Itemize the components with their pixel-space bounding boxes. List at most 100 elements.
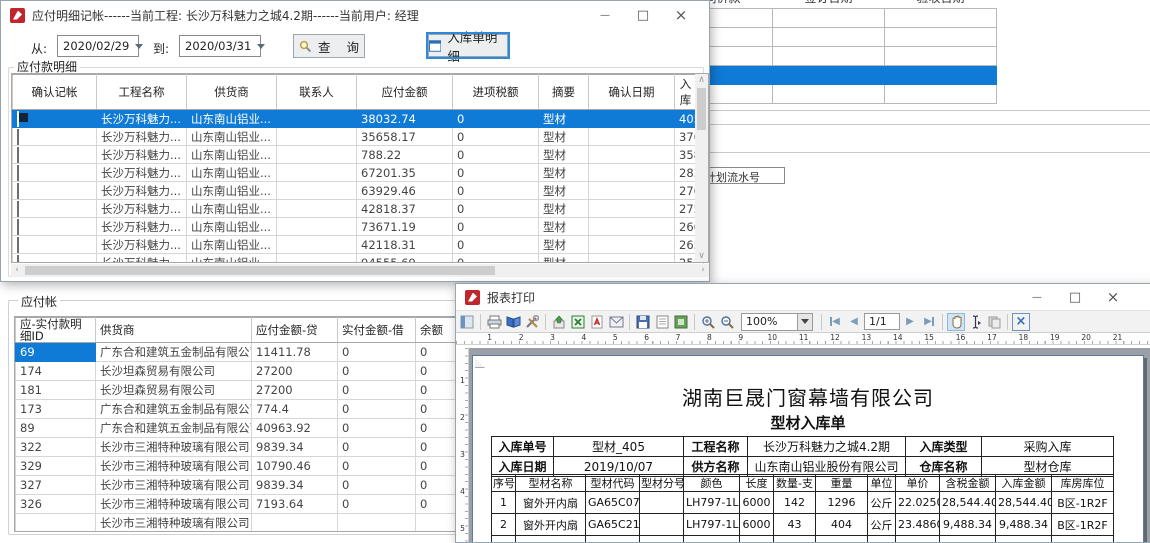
payables-row[interactable]: 89 广东合和建筑五金制品有限公司 40963.92 0 0	[16, 419, 506, 438]
cell-confirm[interactable]	[13, 128, 97, 146]
detail-row[interactable]: 长沙万科魅力... 山东南山铝业... 67201.35 0 型材 283	[13, 164, 697, 182]
cell-tax[interactable]: 0	[453, 182, 539, 200]
cell-entry-no[interactable]: 275	[675, 200, 697, 218]
detail-row[interactable]: 长沙万科魅力... 山东南山铝业... 788.22 0 型材 358	[13, 146, 697, 164]
to-date-picker[interactable]: 2020/03/31	[179, 35, 261, 57]
cell-debit[interactable]: 0	[338, 381, 416, 400]
cell-contact[interactable]	[277, 200, 357, 218]
cell-summary[interactable]: 型材	[539, 236, 589, 254]
cell-supplier[interactable]: 山东南山铝业...	[187, 164, 277, 182]
cell-credit[interactable]: 774.4	[252, 400, 338, 419]
cell-project[interactable]: 长沙万科魅力...	[97, 110, 187, 128]
cell-tax[interactable]: 0	[453, 110, 539, 128]
detail-row[interactable]: 长沙万科魅力... 山东南山铝业... 73671.19 0 型材 266	[13, 218, 697, 236]
close-button[interactable]: ×	[1094, 285, 1132, 309]
payables-row[interactable]: 326 长沙市三湘特种玻璃有限公司 7193.64 0 0	[16, 495, 506, 514]
cell-summary[interactable]: 型材	[539, 218, 589, 236]
cell-confirm-date[interactable]	[589, 236, 675, 254]
close-button[interactable]: ×	[662, 3, 700, 27]
detail-column-header[interactable]: 入库	[675, 75, 697, 110]
detail-column-header[interactable]: 联系人	[277, 75, 357, 110]
cell-supplier[interactable]: 长沙市三湘特种玻璃有限公司	[96, 514, 252, 533]
cell-confirm[interactable]	[13, 182, 97, 200]
payables-column-header[interactable]: 应-实付款明细ID	[16, 318, 96, 343]
cell-id[interactable]: 173	[16, 400, 96, 419]
cell-debit[interactable]: 0	[338, 495, 416, 514]
payables-row[interactable]: 322 长沙市三湘特种玻璃有限公司 9839.34 0 0	[16, 438, 506, 457]
cell-confirm-date[interactable]	[589, 182, 675, 200]
cell-project[interactable]: 长沙万科魅力...	[97, 254, 187, 264]
cell-supplier[interactable]: 山东南山铝业...	[187, 200, 277, 218]
detail-column-header[interactable]: 确认记帐	[13, 75, 97, 110]
first-page-button[interactable]: ◀	[826, 313, 844, 331]
detail-row[interactable]: 长沙万科魅力... 山东南山铝业... 35658.17 0 型材 376	[13, 128, 697, 146]
payables-row[interactable]: 174 长沙坦森贸易有限公司 27200 0 0	[16, 362, 506, 381]
scroll-left-icon[interactable]: ‹	[11, 264, 23, 277]
cell-project[interactable]: 长沙万科魅力...	[97, 164, 187, 182]
plan-serial-field[interactable]: 计划流水号	[701, 167, 785, 184]
cell-supplier[interactable]: 长沙市三湘特种玻璃有限公司	[96, 476, 252, 495]
cell-summary[interactable]: 型材	[539, 146, 589, 164]
cell-project[interactable]: 长沙万科魅力...	[97, 146, 187, 164]
cell-contact[interactable]	[277, 236, 357, 254]
contract-table-row[interactable]	[661, 84, 997, 103]
zoom-out-icon[interactable]	[718, 313, 736, 331]
cell-supplier[interactable]: 广东合和建筑五金制品有限公司	[96, 343, 252, 362]
cell-supplier[interactable]: 长沙坦森贸易有限公司	[96, 362, 252, 381]
confirm-checkbox[interactable]	[17, 129, 19, 145]
cell-contact[interactable]	[277, 254, 357, 264]
cell-credit[interactable]: 7193.64	[252, 495, 338, 514]
detail-column-header[interactable]: 进项税额	[453, 75, 539, 110]
cell-supplier[interactable]: 山东南山铝业...	[187, 218, 277, 236]
cell-confirm[interactable]	[13, 164, 97, 182]
cell-contact[interactable]	[277, 128, 357, 146]
hand-tool-icon[interactable]	[947, 313, 965, 331]
cell-id[interactable]: 89	[16, 419, 96, 438]
cell-amount[interactable]: 73671.19	[357, 218, 453, 236]
cell-project[interactable]: 长沙万科魅力...	[97, 128, 187, 146]
excel-export-icon[interactable]	[569, 313, 587, 331]
cell-supplier[interactable]: 山东南山铝业...	[187, 146, 277, 164]
payables-row[interactable]: 173 广东合和建筑五金制品有限公司 774.4 0 0	[16, 400, 506, 419]
cell-supplier[interactable]: 山东南山铝业...	[187, 128, 277, 146]
payables-row[interactable]: 69 广东合和建筑五金制品有限公司 11411.78 0 0	[16, 343, 506, 362]
confirm-checkbox[interactable]	[17, 165, 19, 181]
cell-debit[interactable]: 0	[338, 343, 416, 362]
cell-supplier[interactable]: 长沙坦森贸易有限公司	[96, 381, 252, 400]
cell-supplier[interactable]: 广东合和建筑五金制品有限公司	[96, 419, 252, 438]
payables-row[interactable]: 327 长沙市三湘特种玻璃有限公司 9839.34 0 0	[16, 476, 506, 495]
payables-row[interactable]: 长沙市三湘特种玻璃有限公司	[16, 514, 506, 533]
next-page-button[interactable]: ▶	[901, 313, 919, 331]
cell-amount[interactable]: 94555.69	[357, 254, 453, 264]
maximize-button[interactable]: □	[1056, 285, 1094, 309]
cell-confirm-date[interactable]	[589, 110, 675, 128]
window1-titlebar[interactable]: 应付明细记帐------当前工程: 长沙万科魅力之城4.2期------当前用户…	[1, 1, 709, 29]
cell-id[interactable]: 329	[16, 457, 96, 476]
design-view-icon[interactable]	[458, 313, 476, 331]
cell-summary[interactable]: 型材	[539, 182, 589, 200]
save-icon[interactable]	[634, 313, 652, 331]
cell-supplier[interactable]: 长沙市三湘特种玻璃有限公司	[96, 457, 252, 476]
cell-credit[interactable]: 11411.78	[252, 343, 338, 362]
cell-id[interactable]: 181	[16, 381, 96, 400]
cell-confirm-date[interactable]	[589, 254, 675, 264]
detail-column-header[interactable]: 摘要	[539, 75, 589, 110]
cell-contact[interactable]	[277, 164, 357, 182]
print-icon[interactable]	[485, 313, 503, 331]
cell-credit[interactable]: 27200	[252, 381, 338, 400]
cell-id[interactable]	[16, 514, 96, 533]
payables-column-header[interactable]: 供货商	[96, 318, 252, 343]
contract-table-row[interactable]	[661, 8, 997, 27]
detail-column-header[interactable]: 应付金额	[357, 75, 453, 110]
scrollbar-thumb[interactable]	[697, 88, 706, 130]
cell-confirm-date[interactable]	[589, 128, 675, 146]
cell-amount[interactable]: 42118.31	[357, 236, 453, 254]
cell-tax[interactable]: 0	[453, 218, 539, 236]
cell-debit[interactable]: 0	[338, 476, 416, 495]
tools-icon[interactable]	[523, 313, 541, 331]
cell-project[interactable]: 长沙万科魅力...	[97, 200, 187, 218]
cell-entry-no[interactable]: 376	[675, 128, 697, 146]
cell-amount[interactable]: 63929.46	[357, 182, 453, 200]
cell-id[interactable]: 322	[16, 438, 96, 457]
cell-entry-no[interactable]: 358	[675, 146, 697, 164]
